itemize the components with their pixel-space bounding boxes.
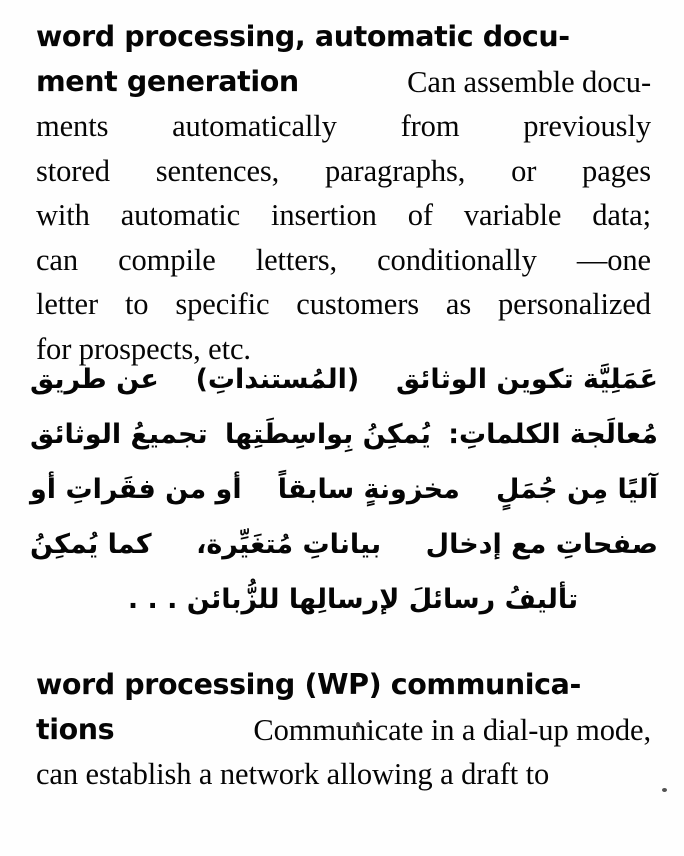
definition-word: automatically	[172, 109, 337, 143]
definition-word: previously	[523, 109, 651, 143]
arabic-line: صفحاتِ مع إدخال بياناتِ مُتغَيِّرة، كما …	[30, 517, 658, 572]
arabic-segment: عَمَلِيَّة تكوين الوثائق	[395, 364, 658, 395]
definition-word: paragraphs,	[324, 153, 466, 188]
definition-text-start: Communicate in a dial-up mode,	[253, 712, 651, 747]
headword-text-continued: ment generation	[36, 64, 299, 98]
arabic-segment: أو من فقَراتِ أو	[30, 474, 242, 505]
arabic-segment: عن طريق	[30, 364, 159, 395]
arabic-translation-block: عَمَلِيَّة تكوين الوثائق (المُستنداتِ) ع…	[30, 352, 658, 627]
definition-word: conditionally	[377, 242, 537, 277]
definition-word: pages	[582, 153, 651, 188]
definition-line: ments automatically from previously	[36, 104, 651, 149]
definition-word: as	[445, 287, 472, 321]
arabic-segment: تجميعُ الوثائق	[30, 419, 208, 450]
arabic-segment: صفحاتِ مع إدخال	[425, 529, 658, 560]
definition-word: compile	[118, 242, 216, 277]
dictionary-page: word processing, automatic docu- ment ge…	[0, 0, 684, 856]
definition-word: letters,	[255, 242, 338, 277]
definition-word: letter	[36, 287, 99, 321]
arabic-segment: (المُستنداتِ)	[195, 364, 360, 395]
definition-word: personalized	[498, 287, 651, 321]
entry-headword-line-1: word processing (WP) communica-	[36, 662, 651, 708]
entry-headword-line-1: word processing, automatic docu-	[36, 14, 651, 60]
definition-word: of	[407, 198, 433, 232]
definition-line: letter to specific customers as personal…	[36, 282, 651, 327]
definition-line: stored sentences, paragraphs, or pages	[36, 149, 651, 194]
arabic-line-last: تأليفُ رسائلَ لإرسالِها للزُّبائن . . .	[127, 584, 579, 615]
arabic-segment: آليًا مِن جُمَلٍ	[495, 474, 658, 505]
headword-text: word processing, automatic docu-	[36, 20, 570, 53]
arabic-line: آليًا مِن جُمَلٍ مخزونةٍ سابقاً أو من فق…	[30, 462, 658, 517]
arabic-segment: مخزونةٍ سابقاً	[277, 474, 460, 505]
definition-word: can	[36, 242, 79, 277]
definition-word: specific	[175, 287, 270, 321]
definition-word: —one	[576, 242, 651, 277]
definition-line: can compile letters, conditionally —one	[36, 238, 651, 283]
headword-text: word processing (WP) communica-	[36, 668, 581, 701]
definition-text-start: Can assemble docu-	[407, 64, 651, 99]
dictionary-entry-word-processing-wp-communications: word processing (WP) communica- tions Co…	[36, 662, 651, 797]
definition-word: data;	[592, 198, 651, 232]
definition-word: to	[124, 287, 149, 321]
arabic-line: عَمَلِيَّة تكوين الوثائق (المُستنداتِ) ع…	[30, 352, 658, 407]
arabic-segment: يُمكِنُ بِواسِطَتِها	[225, 419, 431, 450]
dictionary-entry-word-processing-automatic-document-generation: word processing, automatic docu- ment ge…	[36, 14, 651, 371]
arabic-segment: مُعالَجة الكلماتِ:	[448, 419, 658, 450]
definition-word: customers	[296, 287, 420, 321]
definition-word: or	[511, 153, 537, 188]
definition-word: stored	[36, 153, 110, 188]
scan-speckle-icon	[662, 788, 667, 792]
definition-word: variable	[463, 198, 562, 232]
arabic-segment: كما يُمكِنُ	[30, 529, 152, 560]
definition-word: from	[400, 109, 460, 143]
arabic-segment: بياناتِ مُتغَيِّرة،	[196, 529, 382, 560]
scan-speckle-icon	[356, 722, 360, 727]
arabic-line: مُعالَجة الكلماتِ: يُمكِنُ بِواسِطَتِها …	[30, 407, 658, 462]
entry-headword-line-2: tions Communicate in a dial-up mode,	[36, 708, 651, 753]
definition-word: with	[36, 198, 90, 232]
definition-line: with automatic insertion of variable dat…	[36, 193, 651, 238]
definition-line-last: can establish a network allowing a draft…	[36, 757, 550, 791]
entry-headword-line-2: ment generation Can assemble docu-	[36, 60, 651, 105]
definition-word: sentences,	[155, 153, 280, 188]
definition-word: automatic	[120, 198, 241, 232]
headword-text-continued: tions	[36, 712, 115, 746]
definition-word: insertion	[271, 198, 377, 232]
definition-word: ments	[36, 109, 109, 143]
